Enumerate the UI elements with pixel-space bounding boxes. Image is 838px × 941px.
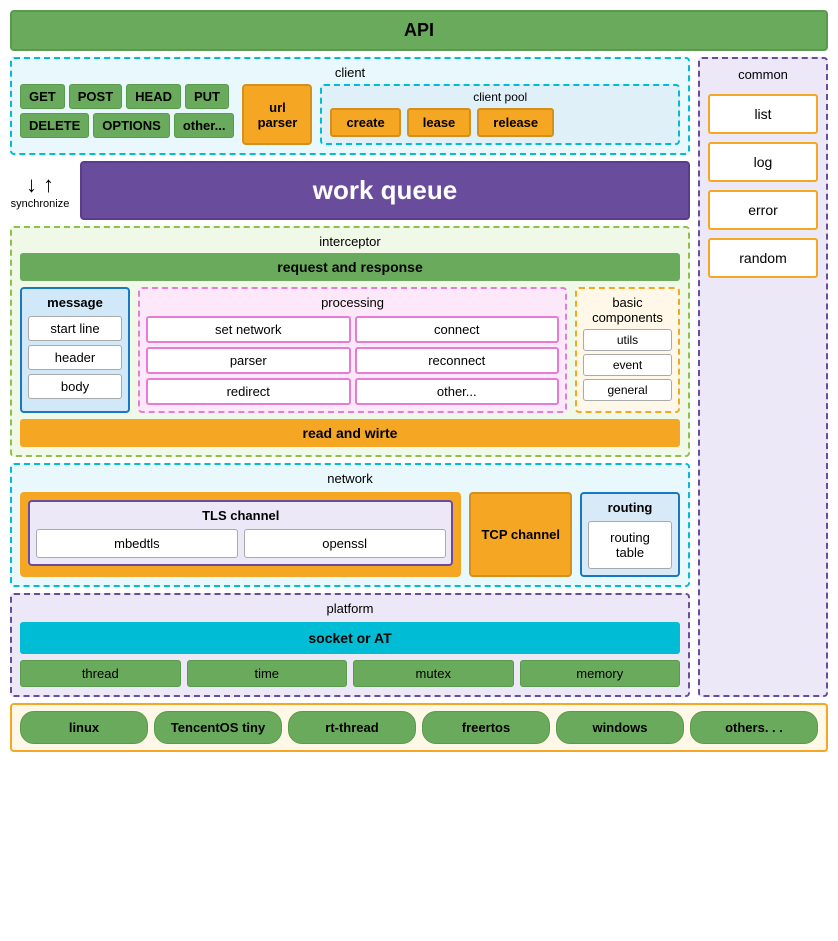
client-label: client <box>20 65 680 80</box>
basic-utils: utils <box>583 329 672 351</box>
client-section: client GET POST HEAD PUT DELETE OPTIONS <box>10 57 690 155</box>
bottom-bar: linux TencentOS tiny rt-thread freertos … <box>10 703 828 752</box>
routing-table-label: routingtable <box>610 530 650 560</box>
proc-grid: set network connect parser reconnect red… <box>146 316 559 405</box>
common-random: random <box>708 238 818 278</box>
method-post[interactable]: POST <box>69 84 122 109</box>
pool-btn-create[interactable]: create <box>330 108 400 137</box>
pool-btn-release[interactable]: release <box>477 108 554 137</box>
routing-box: routing routingtable <box>580 492 680 577</box>
client-pool-section: client pool create lease release <box>320 84 680 145</box>
bottom-others: others. . . <box>690 711 818 744</box>
url-parser-label: urlparser <box>256 100 298 130</box>
platform-section: platform socket or AT thread time mutex … <box>10 593 690 697</box>
msg-start-line: start line <box>28 316 122 341</box>
diagram: API client GET POST HEAD PUT <box>10 10 828 752</box>
network-label: network <box>20 471 680 486</box>
proc-redirect: redirect <box>146 378 351 405</box>
common-list: list <box>708 94 818 134</box>
proc-set-network: set network <box>146 316 351 343</box>
method-get[interactable]: GET <box>20 84 65 109</box>
message-box: message start line header body <box>20 287 130 413</box>
methods-top-row: GET POST HEAD PUT <box>20 84 234 109</box>
plat-time: time <box>187 660 348 687</box>
interceptor-inner: message start line header body processin… <box>20 287 680 413</box>
methods-bot-row: DELETE OPTIONS other... <box>20 113 234 138</box>
read-write-bar: read and wirte <box>20 419 680 447</box>
proc-reconnect: reconnect <box>355 347 560 374</box>
tls-box: TLS channel mbedtls openssl <box>28 500 453 566</box>
method-other[interactable]: other... <box>174 113 235 138</box>
work-queue-box: work queue <box>80 161 690 220</box>
bottom-tencentos: TencentOS tiny <box>154 711 282 744</box>
tls-mbedtls: mbedtls <box>36 529 238 558</box>
interceptor-label: interceptor <box>20 234 680 249</box>
basic-event: event <box>583 354 672 376</box>
msg-body: body <box>28 374 122 399</box>
bottom-freertos: freertos <box>422 711 550 744</box>
network-section: network TLS channel mbedtls openssl <box>10 463 690 587</box>
arrows-symbol: ↓ ↑ <box>26 172 54 198</box>
processing-title: processing <box>146 295 559 310</box>
bottom-windows: windows <box>556 711 684 744</box>
client-inner: GET POST HEAD PUT DELETE OPTIONS other..… <box>20 84 680 145</box>
network-inner: TLS channel mbedtls openssl TCP channel … <box>20 492 680 577</box>
req-resp-bar: request and response <box>20 253 680 281</box>
main-row: client GET POST HEAD PUT DELETE OPTIONS <box>10 57 828 697</box>
common-error: error <box>708 190 818 230</box>
tls-title: TLS channel <box>36 508 445 523</box>
basic-box: basiccomponents utils event general <box>575 287 680 413</box>
url-parser-box: urlparser <box>242 84 312 145</box>
routing-title: routing <box>608 500 653 515</box>
platform-label: platform <box>20 601 680 616</box>
method-put[interactable]: PUT <box>185 84 229 109</box>
sync-arrows: ↓ ↑ synchronize <box>10 172 70 210</box>
tls-outer: TLS channel mbedtls openssl <box>20 492 461 577</box>
method-head[interactable]: HEAD <box>126 84 181 109</box>
client-pool-label: client pool <box>330 90 670 104</box>
tls-inner: mbedtls openssl <box>36 529 445 558</box>
client-pool-btns: create lease release <box>330 108 670 137</box>
message-title: message <box>28 295 122 310</box>
sync-label: synchronize <box>11 198 70 210</box>
tls-openssl: openssl <box>244 529 446 558</box>
pool-btn-lease[interactable]: lease <box>407 108 472 137</box>
workqueue-row: ↓ ↑ synchronize work queue <box>10 161 690 220</box>
method-options[interactable]: OPTIONS <box>93 113 170 138</box>
proc-connect: connect <box>355 316 560 343</box>
plat-memory: memory <box>520 660 681 687</box>
plat-mutex: mutex <box>353 660 514 687</box>
common-label: common <box>708 67 818 82</box>
common-log: log <box>708 142 818 182</box>
msg-header: header <box>28 345 122 370</box>
api-bar: API <box>10 10 828 51</box>
method-delete[interactable]: DELETE <box>20 113 89 138</box>
routing-table-box: routingtable <box>588 521 672 569</box>
proc-other: other... <box>355 378 560 405</box>
tcp-box: TCP channel <box>469 492 572 577</box>
basic-title: basiccomponents <box>583 295 672 325</box>
processing-box: processing set network connect parser re… <box>138 287 567 413</box>
proc-parser: parser <box>146 347 351 374</box>
bottom-linux: linux <box>20 711 148 744</box>
basic-general: general <box>583 379 672 401</box>
platform-items: thread time mutex memory <box>20 660 680 687</box>
interceptor-section: interceptor request and response message… <box>10 226 690 457</box>
bottom-rt-thread: rt-thread <box>288 711 416 744</box>
plat-thread: thread <box>20 660 181 687</box>
common-panel: common list log error random <box>698 57 828 697</box>
left-center: client GET POST HEAD PUT DELETE OPTIONS <box>10 57 690 697</box>
http-methods-area: GET POST HEAD PUT DELETE OPTIONS other..… <box>20 84 234 145</box>
socket-bar: socket or AT <box>20 622 680 654</box>
